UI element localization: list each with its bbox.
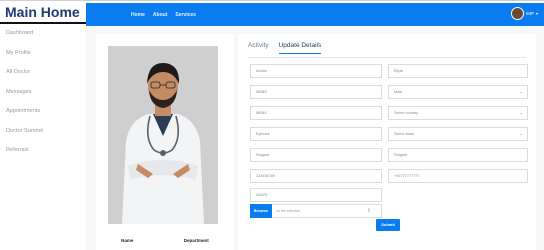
file-upload: Browse no file selected ⇪ [250,204,382,218]
pin-field[interactable]: A4623 [250,188,382,202]
sidebar: Dashboard My Profile All Doctor Messages… [0,24,86,250]
profile-department-label: Department [183,238,209,243]
tab-bar: Activity Update Details [248,42,322,54]
sidebar-item-my-profile[interactable]: My Profile [0,44,86,64]
submit-button[interactable]: Submit [376,219,400,231]
phone-field[interactable]: 123456789 [250,169,382,183]
profile-card: Name Department [96,34,234,250]
sidebar-item-dashboard[interactable]: Dashboard [0,24,86,44]
file-name-display[interactable]: no file selected ⇪ [272,204,382,218]
avatar [510,7,524,20]
city-field[interactable]: Raigarh [250,148,382,162]
area-field[interactable]: Raigarh [388,148,528,162]
chevron-down-icon: ▾ [535,11,538,16]
country-select[interactable]: Select country ⌄ [388,106,528,120]
tab-update-details[interactable]: Update Details [278,42,322,54]
gender-select[interactable]: Male ⌄ [388,85,528,99]
chevron-down-icon: ⌄ [519,110,523,115]
mobile-field[interactable]: +91777777777 [388,169,528,183]
main-content: Name Department Activity Update Details … [86,26,544,250]
qualification-field[interactable]: MBBS [250,106,382,120]
nav-link-services[interactable]: Services [175,12,196,18]
age-field[interactable]: MBBS [250,85,382,99]
brand-title[interactable]: Main Home [0,2,86,24]
details-card: Activity Update Details Adrian Elijah MB… [238,34,536,250]
profile-labels: Name Department [96,238,234,243]
chevron-down-icon: ⌄ [519,89,523,94]
top-navbar: Home About Services IMP ▾ [86,3,544,26]
doctor-photo [108,46,218,224]
country-select-value: Select country [394,111,419,115]
last-name-field[interactable]: Elijah [388,64,528,78]
user-name: IMP [525,11,534,16]
first-name-field[interactable]: Adrian [250,64,382,78]
nav-link-home[interactable]: Home [131,12,145,18]
top-border [0,0,544,1]
sidebar-item-doctor-summit[interactable]: Doctor Summit [0,122,86,142]
sidebar-item-all-doctor[interactable]: All Doctor [0,63,86,83]
state-select[interactable]: Select state ⌄ [388,127,528,141]
profile-name-label: Name [121,238,134,243]
user-menu[interactable]: IMP ▾ [510,7,538,20]
sidebar-item-messages[interactable]: Messages [0,83,86,103]
nav-links: Home About Services [131,3,196,26]
sidebar-item-referrals[interactable]: Referrals [0,141,86,161]
file-name-text: no file selected [276,209,300,213]
upload-icon: ⇪ [366,208,371,214]
browse-button[interactable]: Browse [250,204,272,218]
specialty-field[interactable]: Eyecare [250,127,382,141]
sidebar-item-appointments[interactable]: Appointments [0,102,86,122]
chevron-down-icon: ⌄ [519,131,523,136]
tab-activity[interactable]: Activity [248,42,269,54]
gender-select-value: Male [394,90,403,94]
tab-divider [248,57,526,58]
nav-link-about[interactable]: About [153,12,167,18]
state-select-value: Select state [394,132,414,136]
